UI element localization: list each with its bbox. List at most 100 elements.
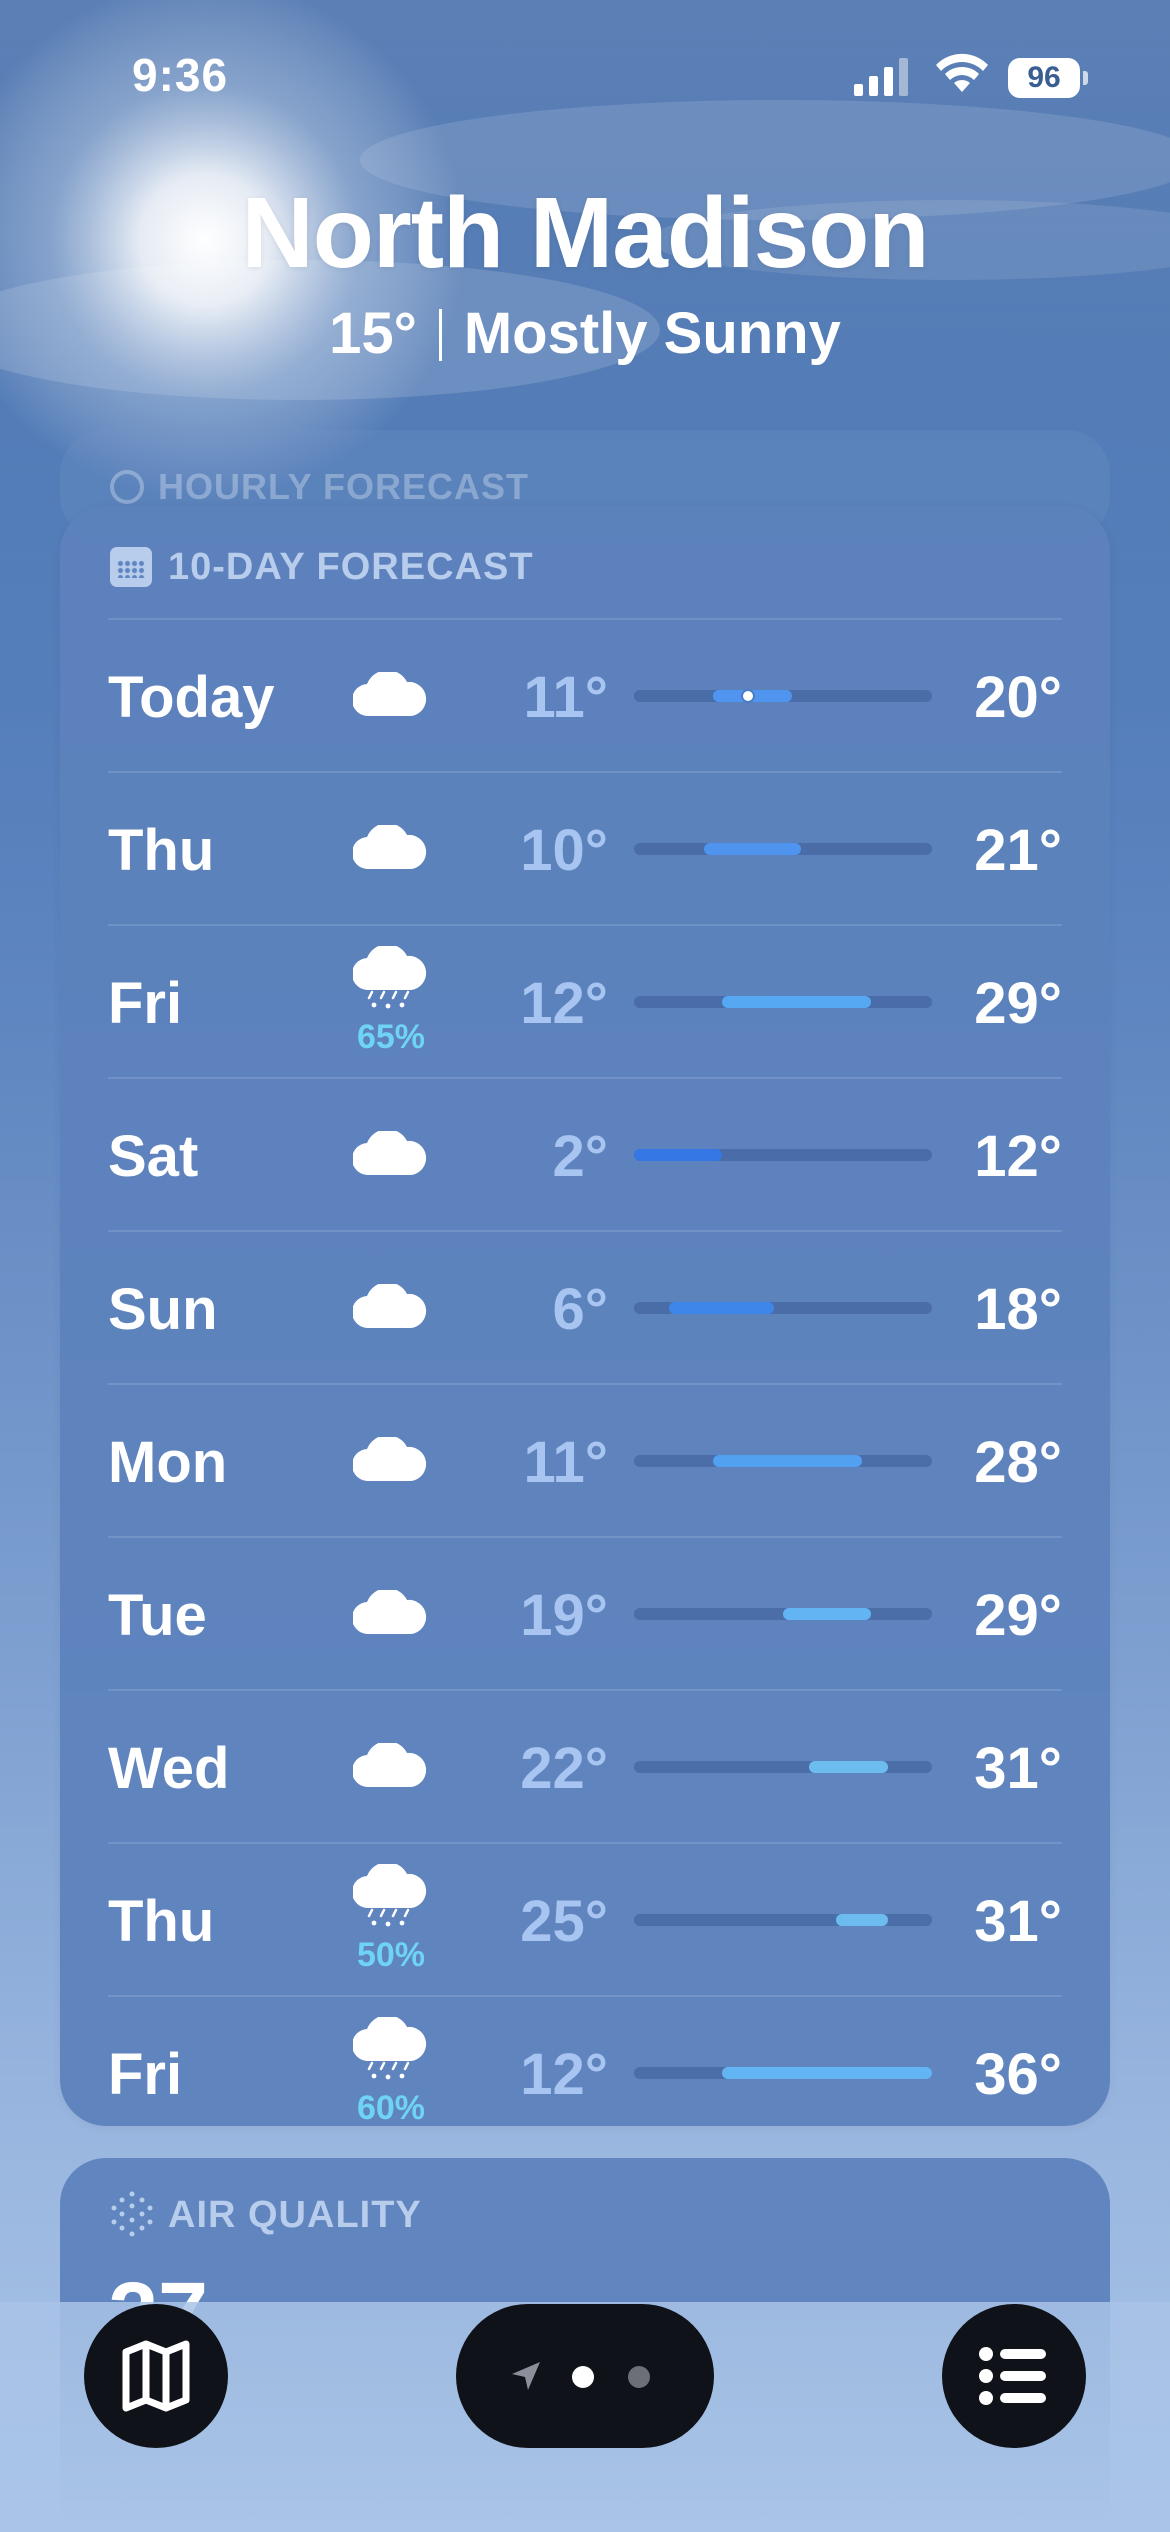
cloud-icon [351, 1129, 427, 1176]
cloud-icon [351, 823, 427, 870]
precipitation-chance: 60% [356, 2089, 426, 2127]
forecast-day: Tue [108, 1583, 207, 1648]
air-quality-header: AIR QUALITY [110, 2190, 422, 2240]
low-temperature: 22° [520, 1736, 608, 1801]
battery-level: 96 [1008, 58, 1080, 98]
temperature-range-bar [634, 1761, 932, 1773]
current-condition: Mostly Sunny [463, 301, 841, 366]
battery-indicator: 96 [1008, 58, 1088, 98]
snowflakes-icon [364, 990, 414, 1010]
high-temperature: 20° [974, 665, 1062, 730]
high-temperature: 12° [974, 1124, 1062, 1189]
high-temperature: 28° [974, 1430, 1062, 1495]
high-temperature: 31° [974, 1736, 1062, 1801]
forecast-row[interactable]: Thu 10° 21° [108, 771, 1062, 924]
high-temperature: 29° [974, 971, 1062, 1036]
precipitation-chance: 65% [356, 1018, 426, 1056]
forecast-rows: Today 11° 20° Thu 10° 21° Fri 65% 12° 29° Sat 2° 12°… [108, 618, 1062, 2148]
low-temperature: 25° [520, 1889, 608, 1954]
temperature-range-fill [721, 996, 871, 1008]
high-temperature: 36° [974, 2042, 1062, 2107]
temperature-range-fill [704, 843, 801, 855]
hourly-forecast-header: HOURLY FORECAST [110, 466, 529, 508]
forecast-day: Today [108, 665, 275, 730]
cloud-icon [351, 1282, 427, 1329]
temperature-range-bar [634, 996, 932, 1008]
temperature-range-bar [634, 689, 932, 703]
status-time: 9:36 [132, 49, 229, 101]
clock-icon [110, 470, 144, 504]
cellular-signal-icon [854, 58, 908, 96]
ten-day-forecast-label: 10-DAY FORECAST [168, 545, 534, 588]
forecast-day: Thu [108, 1889, 215, 1954]
forecast-day: Sat [108, 1124, 199, 1189]
temperature-range-fill [669, 1302, 775, 1314]
precipitation-chance: 50% [356, 1936, 426, 1974]
forecast-row[interactable]: Mon 11° 28° [108, 1383, 1062, 1536]
page-indicator[interactable] [456, 2304, 714, 2448]
temperature-range-fill [712, 1455, 862, 1467]
forecast-row[interactable]: Sat 2° 12° [108, 1077, 1062, 1230]
low-temperature: 12° [520, 2042, 608, 2107]
wifi-icon [936, 53, 988, 92]
forecast-day: Thu [108, 818, 215, 883]
battery-nub [1083, 71, 1088, 85]
cloud-icon [351, 1435, 427, 1482]
temperature-range-fill [809, 1761, 889, 1773]
low-temperature: 2° [552, 1124, 608, 1189]
temperature-range-bar [634, 1455, 932, 1467]
forecast-row[interactable]: Today 11° 20° [108, 618, 1062, 771]
temperature-range-bar [634, 1608, 932, 1620]
status-bar: 9:36 96 [0, 0, 1170, 150]
high-temperature: 21° [974, 818, 1062, 883]
map-button[interactable] [84, 2304, 228, 2448]
hourly-forecast-label: HOURLY FORECAST [158, 466, 530, 507]
city-name: North Madison [241, 177, 930, 289]
low-temperature: 10° [520, 818, 608, 883]
low-temperature: 12° [520, 971, 608, 1036]
forecast-day: Sun [108, 1277, 218, 1342]
forecast-row[interactable]: Wed 22° 31° [108, 1689, 1062, 1842]
air-quality-icon [111, 2191, 153, 2237]
high-temperature: 18° [974, 1277, 1062, 1342]
page-dot-active[interactable] [572, 2366, 594, 2388]
low-temperature: 6° [552, 1277, 608, 1342]
air-quality-label: AIR QUALITY [168, 2193, 422, 2236]
low-temperature: 11° [523, 1430, 608, 1495]
temperature-range-bar [634, 1149, 932, 1161]
forecast-day: Wed [108, 1736, 230, 1801]
forecast-row[interactable]: Fri 60% 12° 36° [108, 1995, 1062, 2148]
temperature-range-bar [634, 1914, 932, 1926]
temperature-range-fill [835, 1914, 889, 1926]
page-dot[interactable] [628, 2366, 650, 2388]
low-temperature: 19° [520, 1583, 608, 1648]
map-icon [122, 2340, 190, 2412]
summary-divider [438, 309, 442, 361]
cloud-icon [351, 1741, 427, 1788]
high-temperature: 29° [974, 1583, 1062, 1648]
forecast-row[interactable]: Fri 65% 12° 29° [108, 924, 1062, 1077]
locations-list-button[interactable] [942, 2304, 1086, 2448]
ten-day-forecast-card[interactable]: 10-DAY FORECAST Today 11° 20° Thu 10° 21° Fri 6… [60, 506, 1110, 2127]
current-temperature: 15° [329, 301, 417, 366]
high-temperature: 31° [974, 1889, 1062, 1954]
temperature-range-fill [634, 1149, 722, 1161]
temperature-range-fill [721, 2067, 932, 2079]
forecast-day: Fri [108, 971, 183, 1036]
forecast-row[interactable]: Sun 6° 18° [108, 1230, 1062, 1383]
current-location-arrow-icon [512, 2362, 540, 2390]
forecast-day: Fri [108, 2042, 183, 2107]
forecast-row[interactable]: Thu 50% 25° 31° [108, 1842, 1062, 1995]
forecast-row[interactable]: Tue 19° 29° [108, 1536, 1062, 1689]
snowflakes-icon [364, 2061, 414, 2081]
ten-day-forecast-header: 10-DAY FORECAST [110, 540, 534, 594]
calendar-icon [110, 547, 152, 587]
current-summary: 15° Mostly Sunny [0, 300, 1170, 367]
cloud-snow-icon [351, 2015, 427, 2062]
temperature-range-bar [634, 2067, 932, 2079]
cloud-icon [351, 670, 427, 717]
forecast-day: Mon [108, 1430, 228, 1495]
snowflakes-icon [364, 1908, 414, 1928]
cloud-snow-icon [351, 1862, 427, 1909]
temperature-range-fill [783, 1608, 871, 1620]
